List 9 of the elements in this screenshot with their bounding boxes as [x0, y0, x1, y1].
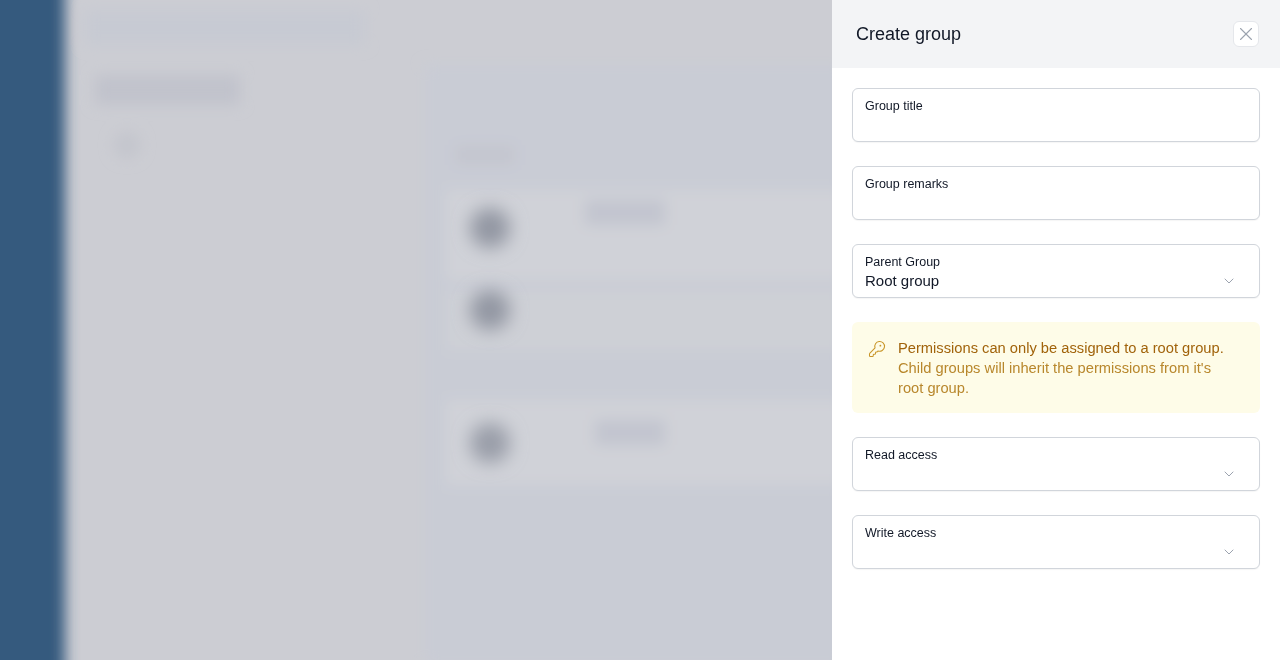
drawer-title: Create group	[856, 23, 962, 45]
field-label: Write access	[865, 525, 938, 541]
selected-value: Root group	[865, 271, 940, 291]
field-label: Group remarks	[865, 176, 950, 192]
field-label: Read access	[865, 447, 939, 463]
field-label: Parent Group	[865, 254, 942, 270]
field-label: Group title	[865, 98, 924, 114]
notice-title: Permissions can only be assigned to a root group.	[898, 339, 1225, 358]
notice-text: Child groups will inherit the permissions from it's root group.	[898, 359, 1212, 398]
